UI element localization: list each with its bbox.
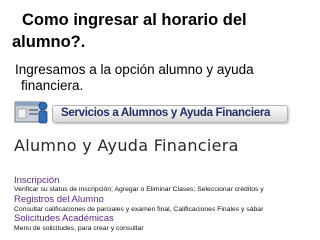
page-heading: Alumno y Ayuda Financiera bbox=[14, 136, 239, 155]
link-inscripcion[interactable]: Inscripción bbox=[14, 175, 318, 186]
link-solicitudes-description: Menu de solicitudes, para crear y consul… bbox=[14, 225, 144, 232]
slide-body-line-1: Ingresamos a la opción alumno y ayuda bbox=[15, 62, 254, 77]
student-services-icon bbox=[14, 101, 48, 124]
services-banner-button[interactable]: Servicios a Alumnos y Ayuda Financiera bbox=[52, 105, 288, 123]
link-registros-del-alumno[interactable]: Registros del Alumno bbox=[14, 194, 318, 205]
slide-body-line-2: financiera. bbox=[21, 78, 84, 93]
slide-title: Como ingresar al horario del alumno?. bbox=[12, 11, 247, 51]
slide-body-text: Ingresamos a la opción alumno y ayuda fi… bbox=[15, 62, 315, 94]
services-banner[interactable]: Servicios a Alumnos y Ayuda Financiera bbox=[10, 94, 318, 128]
link-solicitudes-academicas[interactable]: Solicitudes Académicas bbox=[14, 213, 318, 224]
link-registros-description: Consultar calificaciones de parciales y … bbox=[14, 206, 264, 213]
link-inscripcion-description: Verificar su status de inscripción; Agre… bbox=[14, 186, 264, 193]
services-banner-label: Servicios a Alumnos y Ayuda Financiera bbox=[61, 107, 271, 119]
portal-screenshot: Servicios a Alumnos y Ayuda Financiera A… bbox=[10, 94, 318, 234]
